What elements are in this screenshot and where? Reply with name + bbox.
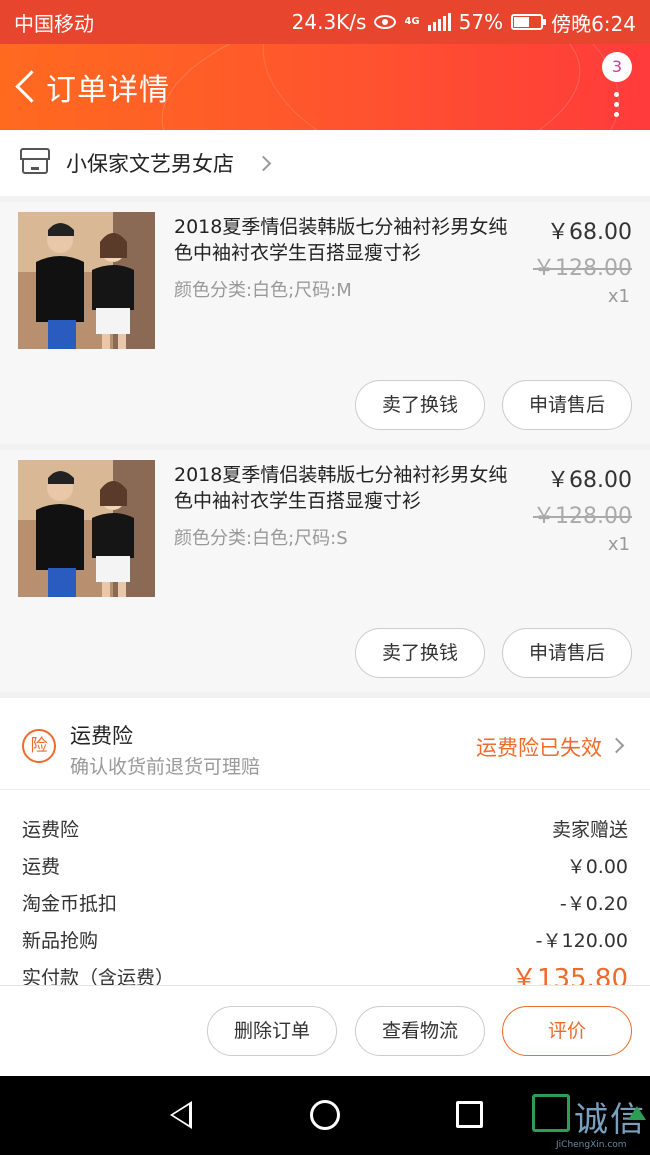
insurance-title: 运费险 (70, 724, 133, 748)
more-vertical-icon[interactable] (614, 92, 620, 120)
page-title: 订单详情 (46, 73, 170, 108)
shop-name: 小保家文艺男女店 (66, 152, 234, 176)
sell-button[interactable]: 卖了换钱 (355, 380, 485, 430)
product-thumbnail[interactable] (18, 460, 155, 597)
insurance-subtitle: 确认收货前退货可理赔 (70, 756, 261, 778)
message-count-badge[interactable]: 3 (602, 52, 632, 82)
nav-back-icon[interactable] (170, 1101, 192, 1129)
status-indicators: 24.3K/s 4G 57% 傍晚6:24 (292, 8, 636, 37)
clock: 傍晚6:24 (551, 11, 636, 36)
order-item[interactable]: 2018夏季情侣装韩版七分袖衬衫男女纯色中袖衬衣学生百搭显瘦寸衫 颜色分类:白色… (0, 444, 650, 692)
fee-row: 淘金币抵扣 -￥0.20 (22, 884, 628, 921)
watermark-logo-icon (532, 1094, 570, 1132)
fee-value: ￥0.00 (566, 856, 628, 878)
fee-value: 卖家赠送 (551, 819, 628, 841)
shop-row[interactable]: 小保家文艺男女店 (0, 130, 650, 196)
product-quantity: x1 (607, 286, 630, 307)
signal-icon (427, 13, 451, 31)
back-arrow-icon[interactable] (14, 67, 40, 107)
product-sku: 颜色分类:白色;尺码:M (174, 280, 352, 301)
fee-label: 运费险 (22, 819, 80, 841)
total-paid-row: 实付款（含运费） ￥135.80 (22, 958, 628, 985)
fee-row: 新品抢购 -￥120.00 (22, 921, 628, 958)
shipping-insurance-row[interactable]: 险 运费险 确认收货前退货可理赔 运费险已失效 (0, 698, 650, 790)
fee-value: -￥0.20 (559, 893, 628, 915)
battery-icon (511, 14, 547, 30)
delete-order-button[interactable]: 删除订单 (207, 1006, 337, 1056)
chevron-right-icon (608, 737, 625, 754)
fee-row: 运费险 卖家赠送 (22, 810, 628, 847)
order-item[interactable]: 2018夏季情侣装韩版七分袖衬衫男女纯色中袖衬衣学生百搭显瘦寸衫 颜色分类:白色… (0, 196, 650, 444)
rate-button[interactable]: 评价 (502, 1006, 632, 1056)
total-label: 实付款（含运费） (22, 967, 175, 985)
nav-home-icon[interactable] (310, 1100, 340, 1130)
after-sale-button[interactable]: 申请售后 (502, 380, 632, 430)
watermark-arrow-icon (628, 1106, 646, 1120)
product-price: ￥68.00 (547, 220, 632, 245)
fee-row: 运费 ￥0.00 (22, 847, 628, 884)
product-sku: 颜色分类:白色;尺码:S (174, 528, 348, 549)
product-original-price: ￥128.00 (533, 504, 632, 529)
fee-label: 运费 (22, 856, 61, 878)
total-value: ￥135.80 (511, 964, 628, 985)
product-title[interactable]: 2018夏季情侣装韩版七分袖衬衫男女纯色中袖衬衣学生百搭显瘦寸衫 (174, 462, 514, 514)
eye-comfort-icon (374, 15, 397, 29)
chevron-right-icon (255, 155, 272, 171)
fee-summary: 运费险 卖家赠送 运费 ￥0.00 淘金币抵扣 -￥0.20 新品抢购 -￥12… (0, 790, 650, 985)
sell-button[interactable]: 卖了换钱 (355, 628, 485, 678)
shop-icon (20, 148, 50, 174)
battery-percent: 57% (458, 10, 504, 34)
network-type-label: 4G (404, 16, 420, 27)
nav-recent-icon[interactable] (456, 1101, 483, 1128)
order-action-bar: 删除订单 查看物流 评价 (0, 985, 650, 1076)
fee-label: 新品抢购 (22, 930, 99, 952)
fee-label: 淘金币抵扣 (22, 893, 118, 915)
app-header: 订单详情 3 (0, 44, 650, 130)
status-bar: 中国移动 24.3K/s 4G 57% 傍晚6:24 (0, 0, 650, 44)
carrier-name: 中国移动 (14, 11, 94, 36)
network-speed: 24.3K/s (291, 10, 367, 34)
product-price: ￥68.00 (547, 468, 632, 493)
product-quantity: x1 (607, 534, 630, 555)
product-thumbnail[interactable] (18, 212, 155, 349)
product-original-price: ￥128.00 (533, 256, 632, 281)
watermark-subtext: JiChengXin.com (556, 1140, 627, 1150)
insurance-status: 运费险已失效 (476, 736, 602, 760)
after-sale-button[interactable]: 申请售后 (502, 628, 632, 678)
product-title[interactable]: 2018夏季情侣装韩版七分袖衬衫男女纯色中袖衬衣学生百搭显瘦寸衫 (174, 214, 514, 266)
order-detail-content[interactable]: 小保家文艺男女店 2018夏季情侣装韩版七分袖衬衫男女纯色中袖衬衣学生百搭显瘦寸… (0, 130, 650, 985)
insurance-icon: 险 (22, 729, 56, 763)
view-logistics-button[interactable]: 查看物流 (355, 1006, 485, 1056)
fee-value: -￥120.00 (535, 930, 628, 952)
